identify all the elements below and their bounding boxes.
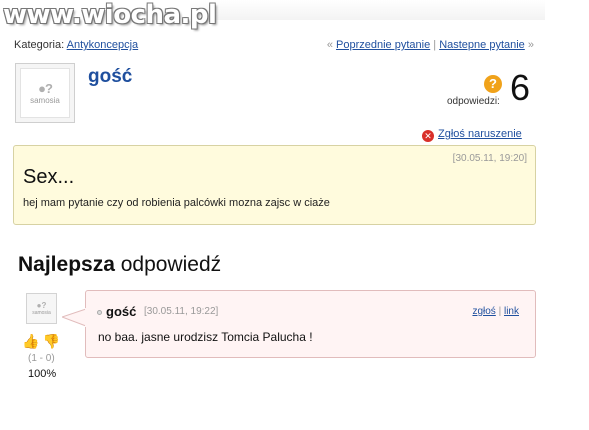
thumbs-down-icon[interactable]: 👎 xyxy=(42,333,59,349)
question-body: hej mam pytanie czy od robienia palcówki… xyxy=(23,197,330,209)
answers-label: odpowiedzi: xyxy=(447,96,500,107)
author-bullet-icon xyxy=(97,310,102,315)
vote-percent: 100% xyxy=(28,368,57,380)
question-author: gość xyxy=(88,66,133,87)
category-link[interactable]: Antykoncepcja xyxy=(67,39,139,51)
question-navigation: « Poprzednie pytanie | Nastepne pytanie … xyxy=(327,39,534,51)
question-bubble: [30.05.11, 19:20] Sex... hej mam pytanie… xyxy=(13,145,536,225)
prev-marker: « xyxy=(326,39,333,51)
nav-separator: | xyxy=(433,39,437,51)
watermark: www.wiocha.pl xyxy=(0,0,217,40)
thumbs-up-icon[interactable]: 👍 xyxy=(22,333,39,349)
vote-buttons: 👍 👎 xyxy=(22,333,60,350)
speech-bubbles-small-icon: ●? xyxy=(36,301,47,310)
next-marker: » xyxy=(527,39,534,51)
question-title: Sex... xyxy=(23,166,75,188)
category-breadcrumb: Kategoria: Antykoncepcja xyxy=(14,39,138,51)
avatar-image: ●? samosia xyxy=(20,68,70,118)
answer-body: no baa. jasne urodzisz Tomcia Palucha ! xyxy=(98,330,313,344)
report-violation: ✕ Zgłoś naruszenie xyxy=(422,128,522,142)
top-gradient xyxy=(190,0,545,20)
answer-avatar-caption: samosia xyxy=(32,310,51,316)
best-heading-rest: odpowiedź xyxy=(120,253,222,276)
answer-actions: zgłoś | link xyxy=(472,306,519,317)
answer-bubble-tail xyxy=(62,308,87,327)
best-heading-bold: Najlepsza xyxy=(18,253,115,276)
answer-permalink[interactable]: link xyxy=(504,306,519,317)
vote-count: (1 - 0) xyxy=(28,353,55,364)
question-date: [30.05.11, 19:20] xyxy=(452,153,527,164)
category-label: Kategoria: xyxy=(14,39,65,51)
next-question-link[interactable]: Nastepne pytanie xyxy=(439,39,525,51)
report-violation-link[interactable]: Zgłoś naruszenie xyxy=(438,128,522,140)
answer-date: [30.05.11, 19:22] xyxy=(144,306,219,317)
answer-avatar[interactable]: ●? samosia xyxy=(26,293,57,324)
question-mark-icon: ? xyxy=(484,75,502,93)
avatar-caption: samosia xyxy=(30,96,60,105)
speech-bubbles-icon: ●? xyxy=(38,81,53,96)
report-x-icon: ✕ xyxy=(422,130,434,142)
best-answer-heading: Najlepsza odpowiedź xyxy=(18,253,221,277)
prev-question-link[interactable]: Poprzednie pytanie xyxy=(336,39,430,51)
answer-report-link[interactable]: zgłoś xyxy=(472,306,495,317)
answer-bubble: gość [30.05.11, 19:22] zgłoś | link no b… xyxy=(85,290,536,358)
question-avatar[interactable]: ●? samosia xyxy=(15,63,75,123)
answer-links-separator: | xyxy=(498,306,502,317)
answers-count: 6 xyxy=(510,67,531,108)
answer-author: gość xyxy=(106,304,137,319)
watermark-text: www.wiocha.pl xyxy=(3,0,217,30)
